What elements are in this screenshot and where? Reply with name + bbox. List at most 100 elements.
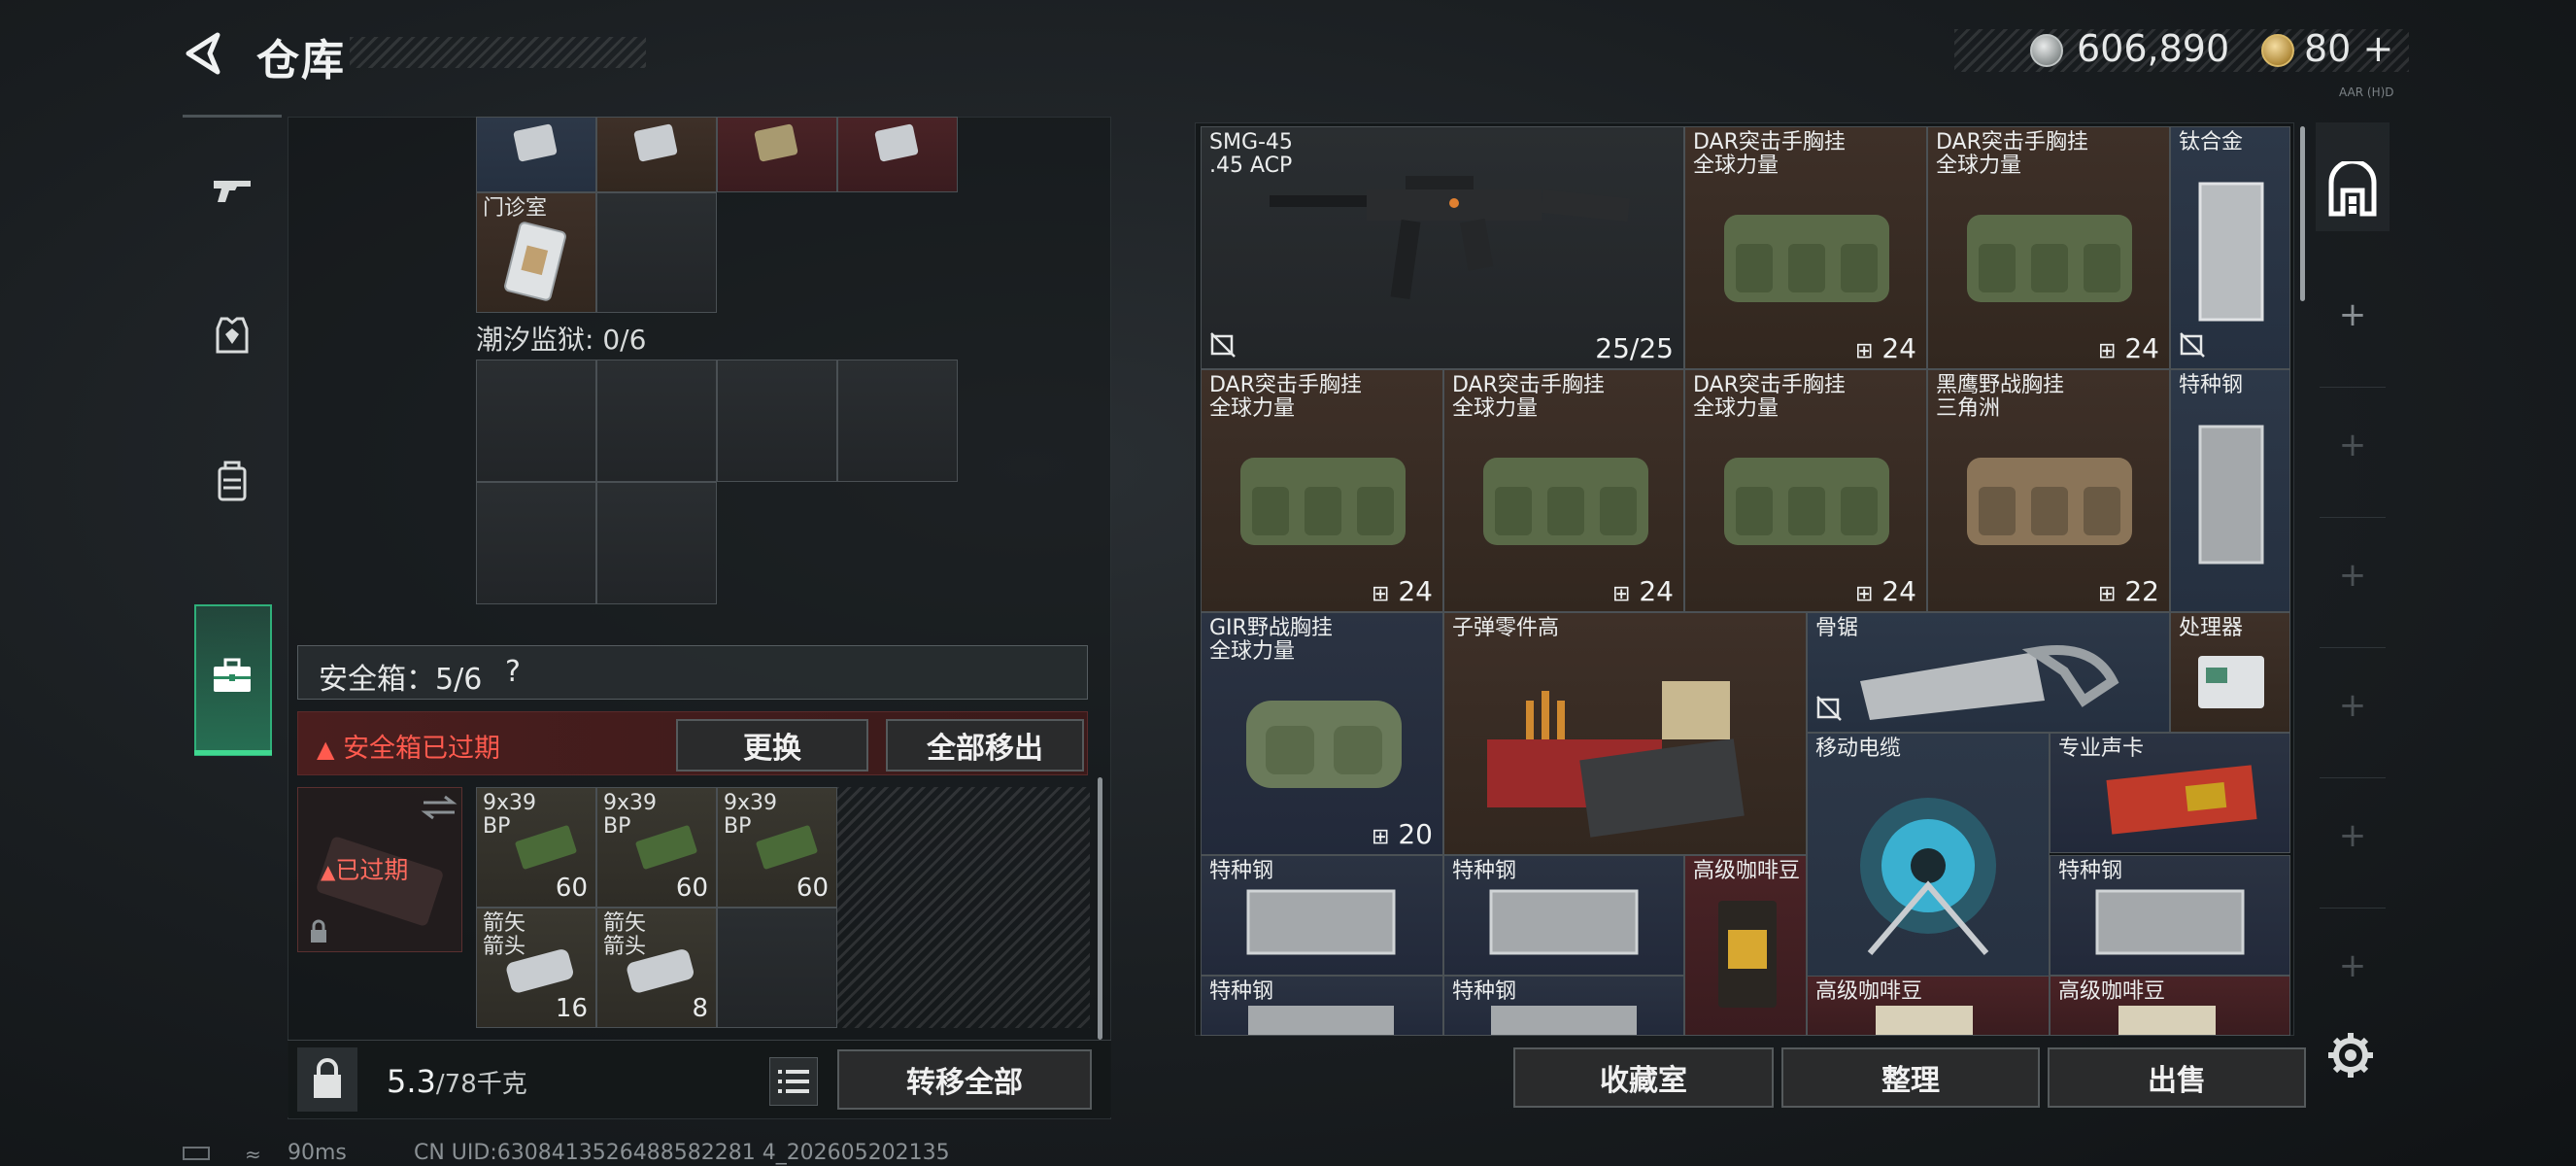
arrow-tin-icon [506,949,573,993]
empty-slot[interactable] [837,360,958,482]
empty-slot[interactable] [476,360,596,482]
inventory-slot[interactable] [476,117,596,192]
warehouse-item-coffee-beans[interactable]: 高级咖啡豆 [2050,976,2290,1036]
warehouse-item-smg[interactable]: SMG-45 .45 ACP 25/25 [1201,126,1684,369]
durability-icon: ⊞ [2098,339,2117,363]
warehouse-item-special-steel[interactable]: 特种钢 [2170,369,2290,612]
gold-value[interactable]: 80 + [2304,27,2393,70]
warehouse-item-processor[interactable]: 处理器 [2170,612,2290,733]
warehouse-item-coffee-beans[interactable]: 高级咖啡豆 [1684,855,1807,1036]
gun-icon [214,181,251,202]
warehouse-item-chest-rig[interactable]: DAR突击手胸挂 全球力量 ⊞ 24 [1684,369,1927,612]
scrollbar[interactable] [2300,126,2305,301]
sidebar-item-weapon[interactable] [183,117,282,262]
help-icon[interactable]: ? [505,655,521,689]
add-warehouse-tab-button[interactable]: + [2331,816,2374,855]
empty-slot[interactable] [596,360,717,482]
warehouse-item-special-steel[interactable]: 特种钢 [1201,976,1443,1036]
sidebar-item-warehouse[interactable] [2316,122,2390,231]
warehouse-item-chest-rig[interactable]: DAR突击手胸挂 全球力量 ⊞ 24 [1927,126,2170,369]
lock-icon [309,919,328,944]
safebox-item-arrows[interactable]: 箭矢 箭头 16 [476,908,596,1028]
steel-ingot-icon [2198,425,2264,565]
add-warehouse-tab-button[interactable]: + [2331,426,2374,464]
processor-icon [2198,656,2264,708]
durability-icon: ⊞ [1855,582,1874,606]
keycard-icon [504,222,566,301]
durability-icon: ⊞ [1612,582,1631,606]
add-warehouse-tab-button[interactable]: + [2331,295,2374,334]
organize-button[interactable]: 整理 [1781,1047,2040,1108]
add-gold-button[interactable]: + [2362,27,2393,70]
safebox-item-ammo[interactable]: 9x39 BP 60 [596,787,717,908]
scrollbar[interactable] [1098,777,1102,1040]
warehouse-item-special-steel[interactable]: 特种钢 [1443,976,1684,1036]
warehouse-item-chest-rig[interactable]: DAR突击手胸挂 全球力量 ⊞ 24 [1201,369,1443,612]
add-warehouse-tab-button[interactable]: + [2331,686,2374,725]
keycard-icon [513,123,558,162]
user-uid: CN UID:6308413526488582281 4_20260520213… [414,1141,950,1165]
sell-button[interactable]: 出售 [2048,1047,2306,1108]
warehouse-item-titanium[interactable]: 钛合金 [2170,126,2290,369]
safebox-capacity: 安全箱：5/6 [319,663,483,697]
transfer-all-button[interactable]: 转移全部 [837,1049,1092,1110]
warehouse-item-gir-rig[interactable]: GIR野战胸挂 全球力量 ⊞ 20 [1201,612,1443,855]
divider [2320,908,2386,909]
empty-slot[interactable] [717,360,837,482]
coffee-bag-icon [1718,901,1777,1008]
settings-button[interactable] [2325,1030,2376,1080]
expired-warning-text: ▲ 安全箱已过期 [317,734,501,764]
durability-icon: ⊞ [1855,339,1874,363]
sidebar-item-safebox[interactable] [183,602,282,748]
inventory-slot[interactable] [837,117,958,192]
warehouse-item-special-steel[interactable]: 特种钢 [2050,855,2290,976]
titanium-ingot-icon [2198,182,2264,322]
warehouse-item-blackhawk-rig[interactable]: 黑鹰野战胸挂 三角洲 ⊞ 22 [1927,369,2170,612]
warehouse-item-bullet-parts[interactable]: 子弹零件高 [1443,612,1807,855]
warehouse-item-coffee-beans[interactable]: 高级咖啡豆 [1807,976,2050,1036]
swap-icon[interactable] [420,793,458,822]
chest-rig-icon [1967,458,2132,545]
sidebar-item-armor[interactable] [183,262,282,408]
empty-slot[interactable] [476,482,596,604]
warehouse-item-bone-saw[interactable]: 骨锯 [1807,612,2170,733]
warehouse-item-chest-rig[interactable]: DAR突击手胸挂 全球力量 ⊞ 24 [1443,369,1684,612]
empty-slot[interactable] [596,482,717,604]
warehouse-item-special-steel[interactable]: 特种钢 [1443,855,1684,976]
replace-button[interactable]: 更换 [676,719,868,772]
warehouse-item-sound-card[interactable]: 专业声卡 [2050,733,2290,853]
collection-room-button[interactable]: 收藏室 [1513,1047,1774,1108]
warehouse-item-chest-rig[interactable]: DAR突击手胸挂 全球力量 ⊞ 24 [1684,126,1927,369]
warehouse-item-special-steel[interactable]: 特种钢 [1201,855,1443,976]
chest-rig-icon [1724,458,1889,545]
empty-slot[interactable] [596,192,717,313]
no-insurance-icon [2179,331,2206,362]
warning-icon: ▲ [317,736,335,763]
inventory-slot[interactable] [596,117,717,192]
sidebar-item-backpack[interactable] [183,408,282,554]
cable-reel-icon [1860,798,1996,955]
inventory-slot[interactable] [717,117,837,192]
add-warehouse-tab-button[interactable]: + [2331,946,2374,985]
item-label: 门诊室 [483,196,548,221]
left-sidebar [183,117,282,758]
divider [2320,647,2386,648]
weight-icon [297,1047,357,1112]
safebox-item-ammo[interactable]: 9x39 BP 60 [717,787,837,908]
remove-all-button[interactable]: 全部移出 [886,719,1084,772]
coin-icon [2030,34,2063,67]
add-warehouse-tab-button[interactable]: + [2331,556,2374,595]
safebox-item-arrows[interactable]: 箭矢 箭头 8 [596,908,717,1028]
ammo-box-icon [635,825,697,870]
divider [2320,387,2386,388]
inventory-slot-clinic[interactable]: 门诊室 [476,192,596,313]
list-view-button[interactable] [769,1057,818,1106]
arrow-tin-icon [627,949,694,993]
back-button[interactable] [181,29,229,78]
safebox-item-ammo[interactable]: 9x39 BP 60 [476,787,596,908]
version-label: AAR (H)D [2339,86,2394,99]
keycard-icon [633,123,678,162]
no-insurance-icon [1209,331,1237,362]
empty-slot[interactable] [717,908,837,1028]
chest-rig-icon [1240,458,1406,545]
